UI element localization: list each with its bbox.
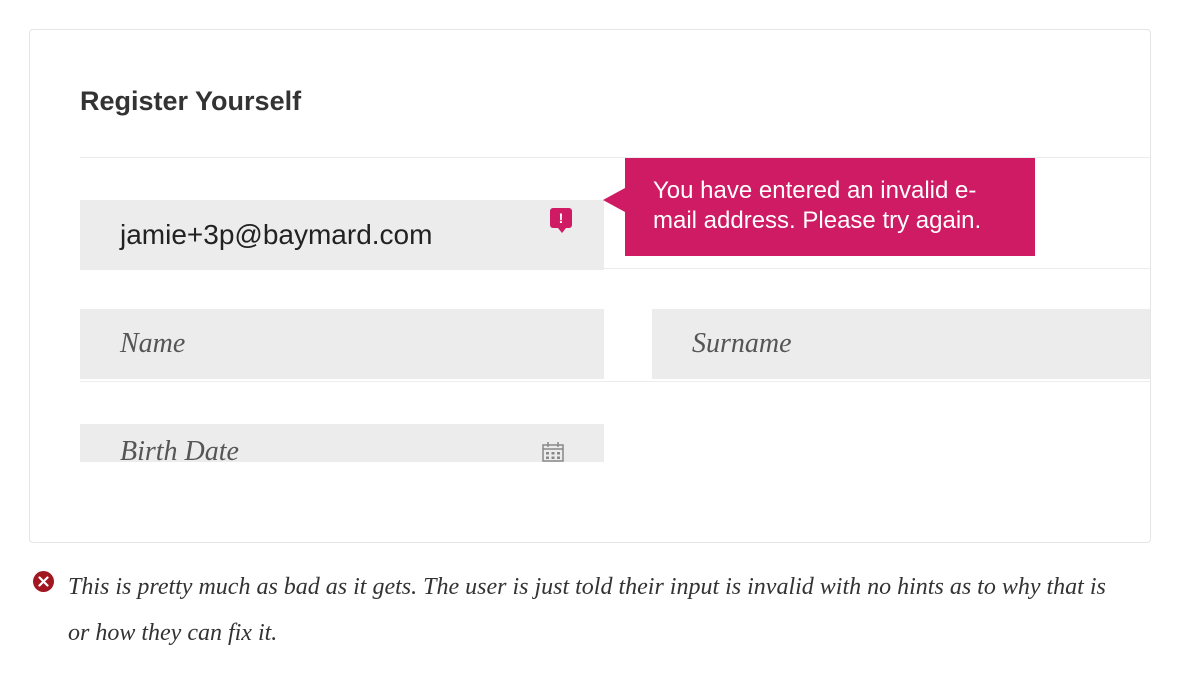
email-row: jamie+3p@baymard.com ! You have entered … <box>80 158 1150 268</box>
birth-date-field[interactable]: Birth Date <box>80 424 604 462</box>
birth-row: Birth Date <box>80 382 1150 432</box>
error-message: You have entered an invalid e-mail addre… <box>653 177 981 234</box>
error-badge-icon: ! <box>550 208 572 230</box>
birth-placeholder: Birth Date <box>120 436 239 468</box>
error-x-icon <box>33 571 54 592</box>
email-value: jamie+3p@baymard.com <box>120 219 432 251</box>
caption-text: This is pretty much as bad as it gets. T… <box>68 565 1108 656</box>
email-field[interactable]: jamie+3p@baymard.com ! <box>80 200 604 270</box>
form-screenshot: Register Yourself jamie+3p@baymard.com !… <box>29 29 1151 543</box>
error-tooltip: You have entered an invalid e-mail addre… <box>625 158 1035 256</box>
calendar-icon <box>542 442 564 462</box>
name-placeholder: Name <box>120 328 185 360</box>
caption-row: This is pretty much as bad as it gets. T… <box>29 565 1151 656</box>
name-field[interactable]: Name <box>80 309 604 379</box>
form-title: Register Yourself <box>80 86 1150 117</box>
name-row: Name Surname <box>80 269 1150 381</box>
surname-placeholder: Surname <box>692 328 792 360</box>
surname-field[interactable]: Surname <box>652 309 1151 379</box>
